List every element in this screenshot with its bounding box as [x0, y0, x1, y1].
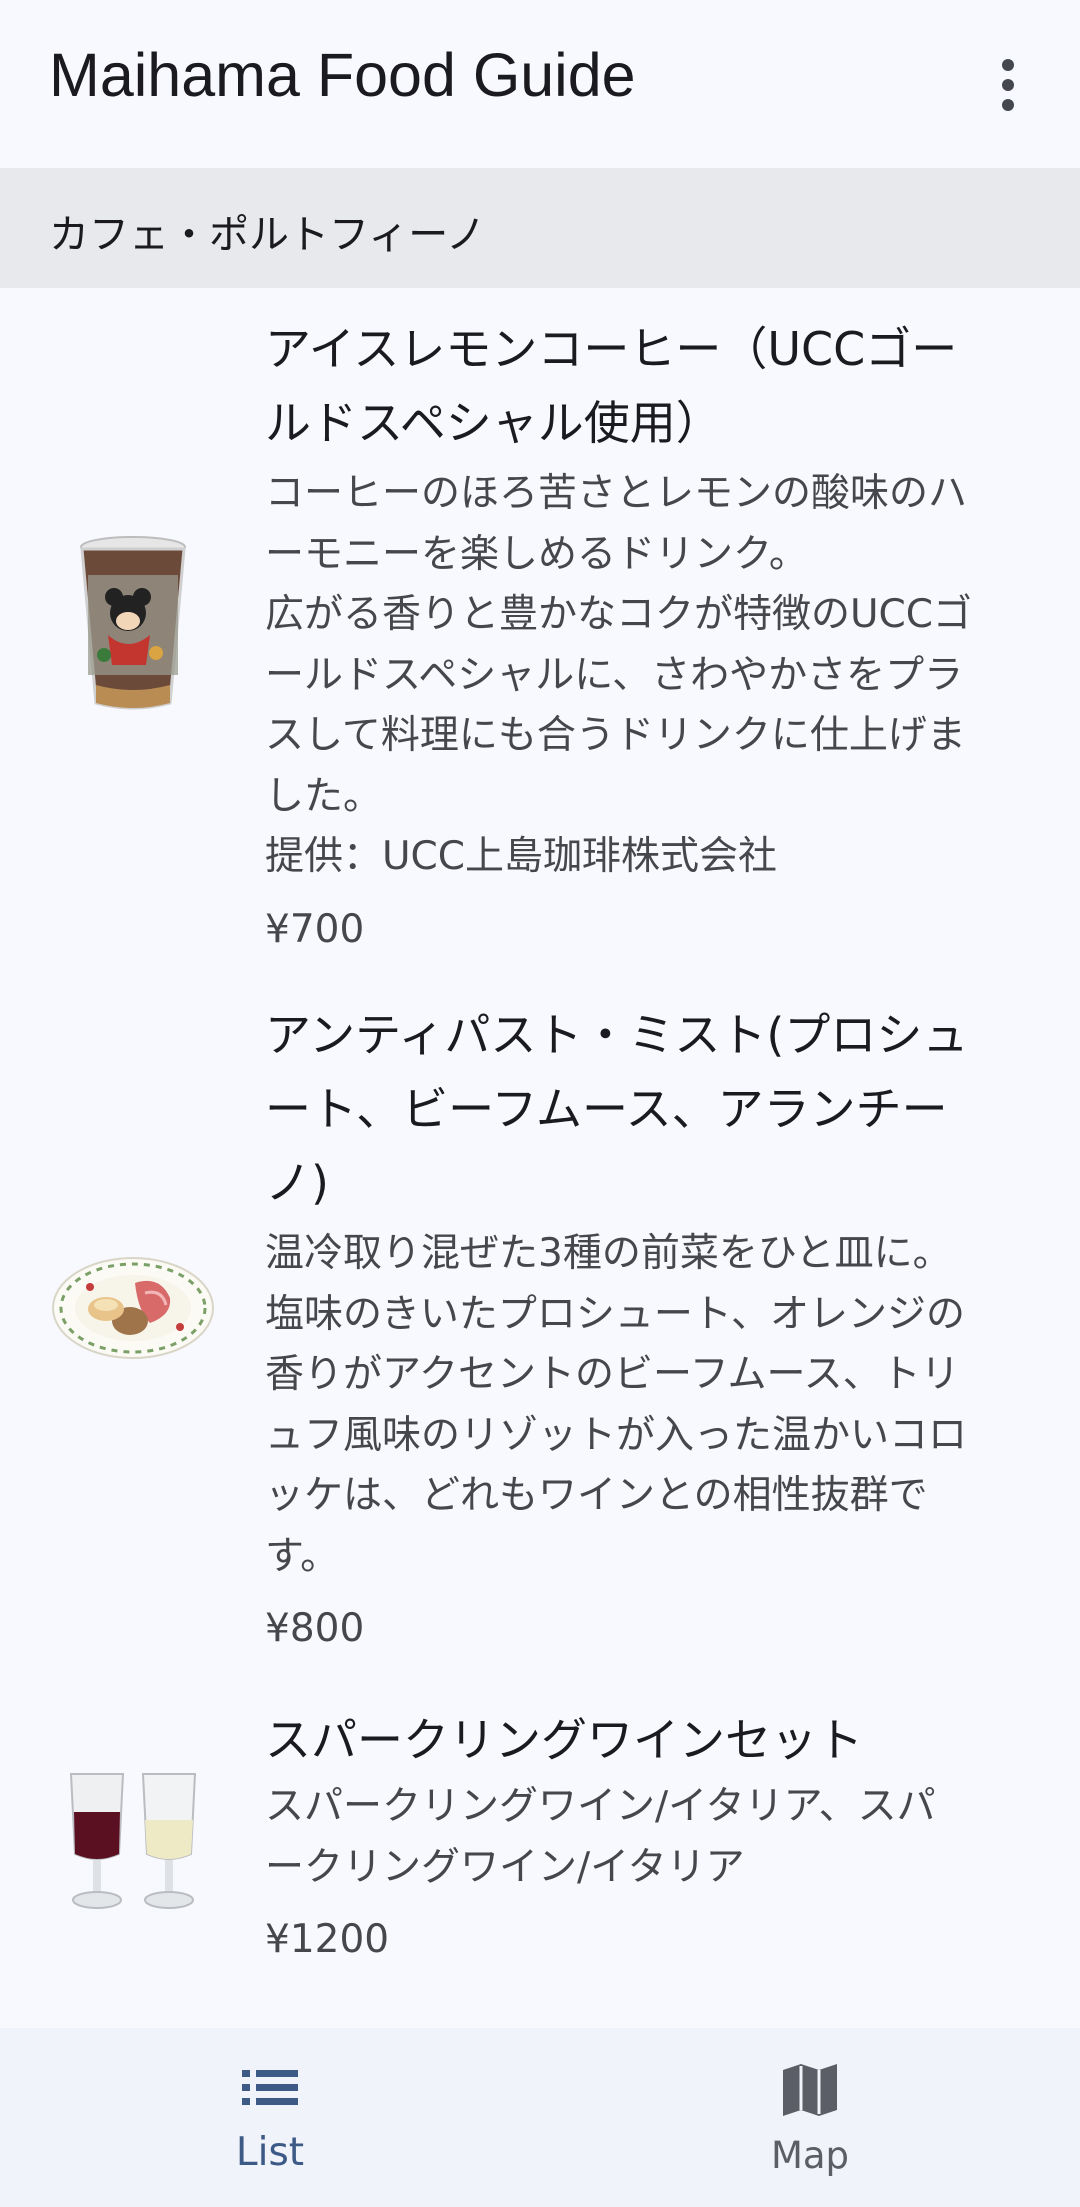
menu-list[interactable]: アイスレモンコーヒー（UCCゴー ルドスペシャル使用） コーヒーのほろ苦さとレモ… [0, 288, 1080, 2028]
nav-label-map: Map [770, 2134, 850, 2177]
nav-item-map[interactable]: Map [540, 2028, 1080, 2207]
top-app-bar: Maihama Food Guide [0, 0, 1080, 168]
item-name: アイスレモンコーヒー（UCCゴー ルドスペシャル使用） [265, 322, 958, 450]
wine-glasses-icon [69, 1773, 197, 1909]
item-name: スパークリングワインセット [265, 1713, 863, 1767]
bottom-navigation: List Map [0, 2028, 1080, 2207]
list-item[interactable]: スパークリングワインセット スパークリングワイン/イタリア、スパ ークリングワイ… [0, 1683, 1080, 2028]
item-name: アンティパスト・ミスト(プロシュ ート、ビーフムース、アランチー ノ) [265, 1008, 969, 1210]
antipasto-plate-icon [52, 1257, 214, 1359]
map-icon [783, 2064, 837, 2116]
item-description: コーヒーのほろ苦さとレモンの酸味のハ ーモニーを楽しめるドリンク。 広がる香りと… [265, 471, 973, 879]
nav-label-list: List [235, 2130, 305, 2175]
item-description: 温冷取り混ぜた3種の前菜をひと皿に。 塩味のきいたプロシュート、オレンジの 香り… [265, 1231, 968, 1579]
list-item[interactable]: アンティパスト・ミスト(プロシュ ート、ビーフムース、アランチー ノ) 温冷取り… [0, 978, 1080, 1683]
more-vert-icon [1002, 59, 1014, 71]
wine-glasses-image [50, 1763, 216, 1923]
app-screen: Maihama Food Guide カフェ・ポルトフィーノ アイスレモンコーヒ… [0, 0, 1080, 2207]
item-price: ¥800 [265, 1606, 365, 1651]
item-details: スパークリングワインセット スパークリングワイン/イタリア、スパ ークリングワイ… [265, 1703, 1005, 1970]
item-description: スパークリングワイン/イタリア、スパ ークリングワイン/イタリア [265, 1784, 936, 1890]
nav-item-list[interactable]: List [0, 2028, 540, 2207]
more-vert-icon-dot [1002, 79, 1014, 91]
item-price: ¥700 [265, 906, 365, 952]
item-details: アイスレモンコーヒー（UCCゴー ルドスペシャル使用） コーヒーのほろ苦さとレモ… [265, 312, 1005, 960]
more-vert-icon-dot [1002, 99, 1014, 111]
iced-coffee-cup-image [50, 533, 216, 713]
item-price: ¥1200 [265, 1917, 390, 1962]
section-header: カフェ・ポルトフィーノ [0, 168, 1080, 288]
app-title: Maihama Food Guide [49, 41, 636, 109]
list-item[interactable]: アイスレモンコーヒー（UCCゴー ルドスペシャル使用） コーヒーのほろ苦さとレモ… [0, 288, 1080, 978]
more-options-button[interactable] [980, 50, 1036, 120]
restaurant-name: カフェ・ポルトフィーノ [49, 212, 486, 258]
list-icon [242, 2070, 298, 2105]
antipasto-plate-image [50, 1248, 216, 1368]
item-details: アンティパスト・ミスト(プロシュ ート、ビーフムース、アランチー ノ) 温冷取り… [265, 998, 1005, 1659]
iced-coffee-cup-icon [80, 536, 186, 710]
